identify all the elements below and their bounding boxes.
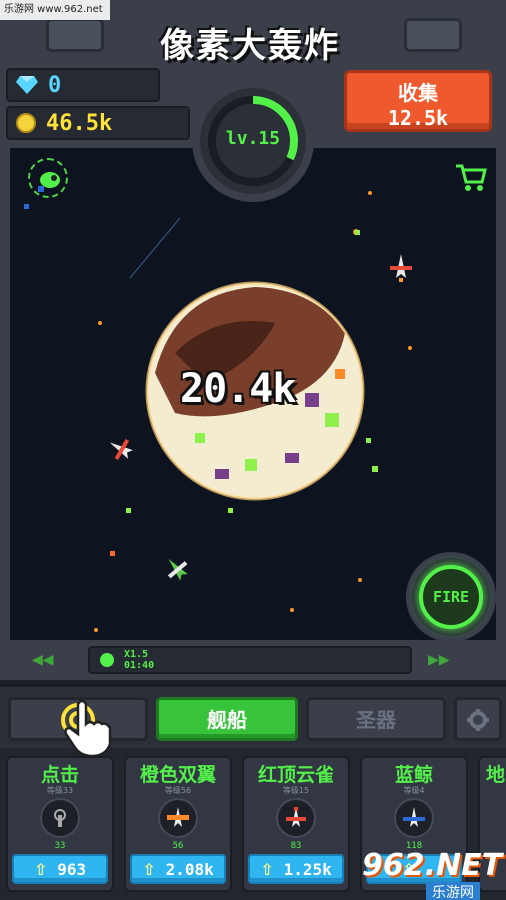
upgrade-price: 1.25k xyxy=(283,859,332,879)
ship-card: 红顶云雀 等级15 83 ⇧ 1.25k xyxy=(242,756,350,892)
gem-counter: 0 xyxy=(6,68,160,102)
fire-label: FIRE xyxy=(419,565,483,629)
frame-bracket xyxy=(404,18,462,52)
level-indicator: lv.15 xyxy=(192,80,314,202)
tutorial-hand-icon xyxy=(64,699,112,758)
card-count: 83 xyxy=(290,841,302,851)
upgrade-price: 963 xyxy=(57,859,87,879)
diamond-icon xyxy=(16,76,38,94)
previous-arrow-icon[interactable]: ◀◀ xyxy=(32,652,54,668)
ship-card: 点击 等级33 33 ⇧ 963 xyxy=(6,756,114,892)
arrow-up-icon: ⇧ xyxy=(142,859,156,879)
cart-icon xyxy=(456,164,487,191)
side-frame xyxy=(0,148,10,648)
boost-timer: 01:40 xyxy=(124,660,155,671)
fighter-ship-icon xyxy=(109,438,134,461)
fighter-ship-icon xyxy=(390,254,412,282)
boost-status: X1.5 01:40 xyxy=(88,646,412,674)
card-name: 橙色双翼 xyxy=(139,764,216,786)
upgrade-price: 2.08k xyxy=(165,859,214,879)
card-name: 点击 xyxy=(40,764,79,786)
damage-counter: 20.4k xyxy=(180,366,296,412)
tab-ships[interactable]: 舰船 xyxy=(156,697,298,741)
tab-bar: 舰船 圣器 xyxy=(0,684,506,758)
coin-counter: 46.5k xyxy=(6,106,190,140)
frame-bracket xyxy=(46,18,104,52)
shop-cart-button[interactable] xyxy=(454,160,488,194)
watermark-logo: 962.NET xyxy=(362,848,503,883)
watermark-sub: 乐游网 xyxy=(426,882,480,900)
tab-settings[interactable] xyxy=(454,697,502,741)
arrow-up-icon: ⇧ xyxy=(33,859,48,879)
card-name: 地 xyxy=(486,764,506,786)
site-watermark: 乐游网 www.962.net xyxy=(0,0,110,20)
gem-count: 0 xyxy=(48,72,62,98)
collect-label: 收集 xyxy=(398,81,438,105)
side-frame xyxy=(496,148,506,648)
card-name: 蓝鲸 xyxy=(394,764,433,786)
card-level: 等级33 xyxy=(46,786,74,795)
tab-artifacts[interactable]: 圣器 xyxy=(306,697,446,741)
card-name: 红顶云雀 xyxy=(257,764,334,786)
level-label: lv.15 xyxy=(225,128,281,149)
orange-ship-icon xyxy=(158,798,198,838)
rocket-icon xyxy=(38,172,60,192)
red-ship-icon xyxy=(276,798,316,838)
fire-button[interactable]: FIRE xyxy=(406,552,496,642)
upgrade-button[interactable]: ⇧ 1.25k xyxy=(248,854,344,884)
gear-icon xyxy=(467,709,489,731)
boost-multiplier: X1.5 xyxy=(124,649,149,660)
upgrade-button[interactable]: ⇧ 963 xyxy=(12,854,108,884)
card-level: 等级4 xyxy=(403,786,425,795)
tap-icon xyxy=(40,798,80,838)
collect-amount: 12.5k xyxy=(387,106,449,130)
site-logo-watermark: 962.NET 乐游网 xyxy=(362,848,506,900)
arrow-up-icon: ⇧ xyxy=(260,859,274,879)
rocket-boost-button[interactable] xyxy=(28,158,68,198)
upgrade-button[interactable]: ⇧ 2.08k xyxy=(130,854,226,884)
boost-bar: ◀◀ X1.5 01:40 ▶▶ xyxy=(0,640,506,680)
coin-icon xyxy=(16,113,36,133)
game-title: 像素大轰炸 xyxy=(160,26,340,66)
next-arrow-icon[interactable]: ▶▶ xyxy=(428,652,450,668)
blue-ship-icon xyxy=(394,798,434,838)
boost-info: X1.5 01:40 xyxy=(124,649,154,671)
ship-card: 橙色双翼 等级56 56 ⇧ 2.08k xyxy=(124,756,232,892)
card-count: 56 xyxy=(172,841,184,851)
card-count: 33 xyxy=(54,841,66,851)
rocket-icon xyxy=(100,653,114,667)
fighter-ship-icon xyxy=(167,559,188,581)
collect-button[interactable]: 收集 12.5k xyxy=(344,70,492,132)
coin-count: 46.5k xyxy=(46,110,113,136)
